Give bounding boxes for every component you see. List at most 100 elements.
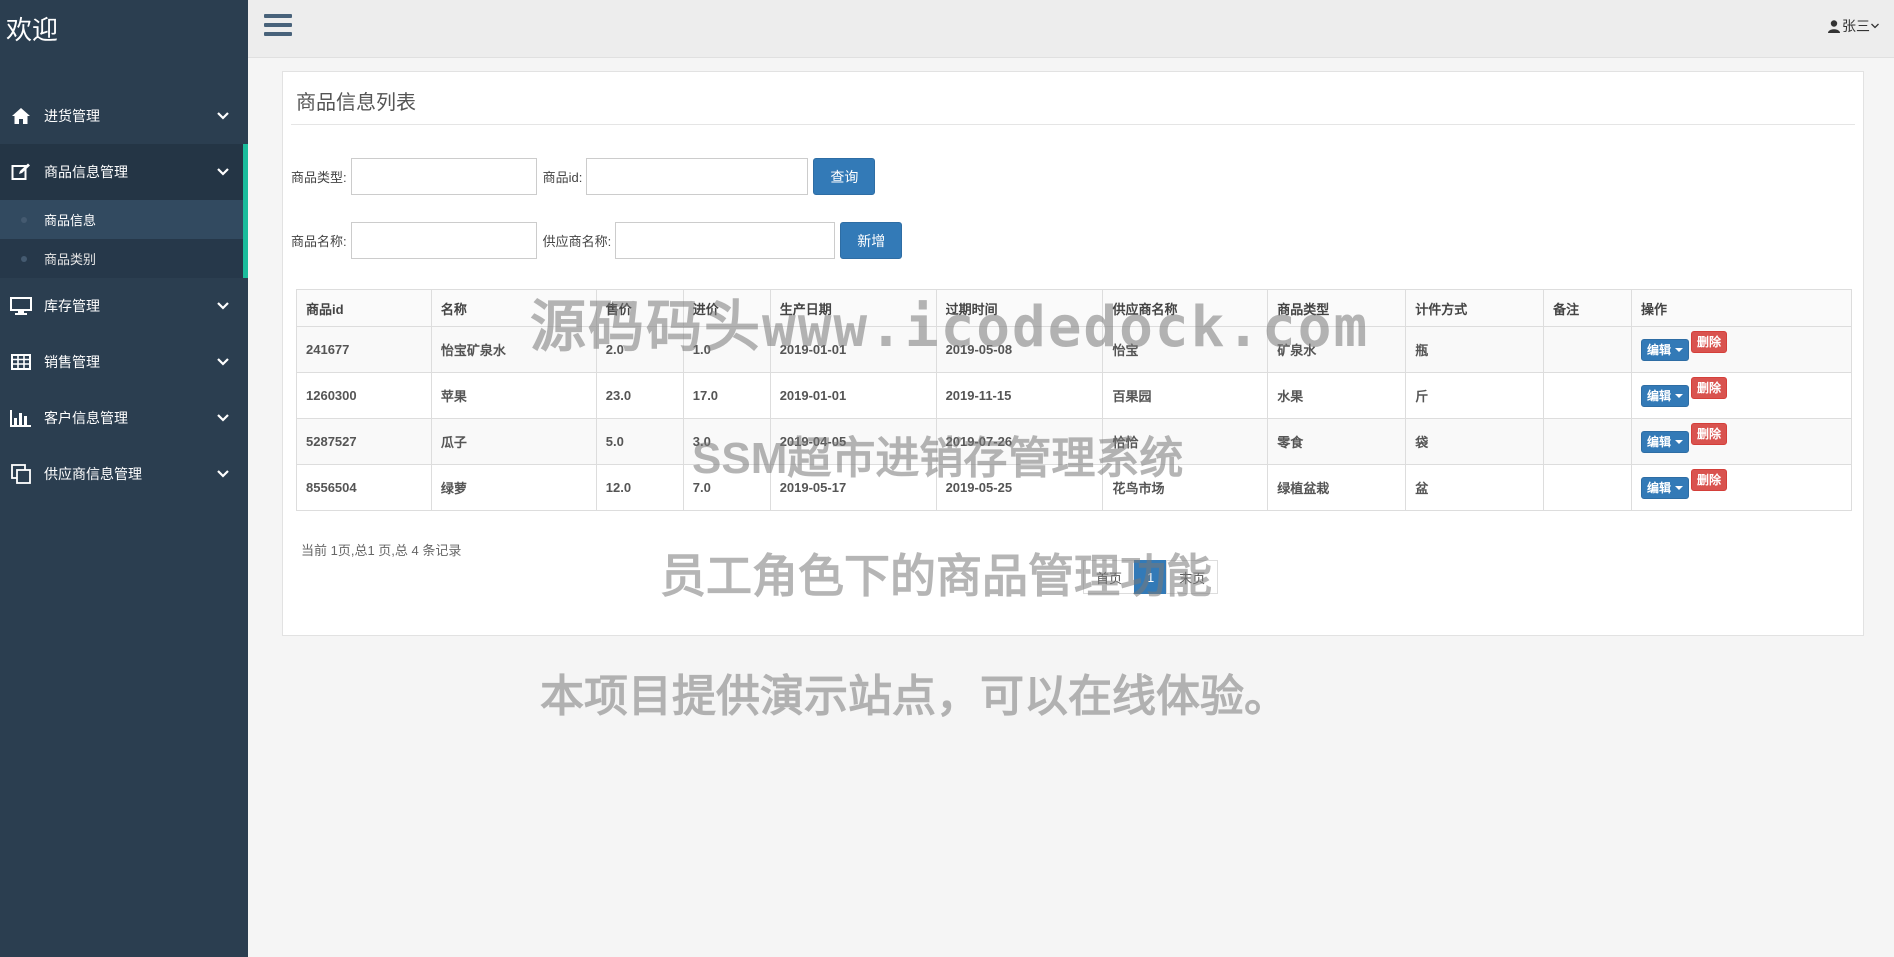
home-icon	[10, 106, 32, 126]
sidebar-item-supplier[interactable]: 供应商信息管理	[0, 446, 248, 502]
cell: 12.0	[595, 464, 684, 511]
column-header: 进价	[682, 289, 771, 327]
cell: 盆	[1405, 464, 1545, 511]
delete-button[interactable]: 删除	[1691, 376, 1728, 399]
query-button[interactable]: 查询	[813, 158, 876, 195]
bar-chart-icon	[10, 408, 32, 428]
sidebar-item-sales[interactable]: 销售管理	[0, 334, 248, 390]
supplier-name-input[interactable]	[615, 222, 836, 259]
chevron-down-icon	[216, 165, 230, 179]
cell: 矿泉水	[1267, 326, 1407, 373]
column-header: 商品类型	[1267, 289, 1407, 327]
sidebar-subitem-product-category[interactable]: 商品类别	[0, 239, 248, 278]
product-type-label: 商品类型:	[291, 170, 347, 185]
product-id-input[interactable]	[586, 158, 809, 195]
cell	[1543, 326, 1633, 373]
cell: 水果	[1267, 372, 1407, 419]
chevron-down-icon	[216, 467, 230, 481]
menu-toggle-icon[interactable]	[264, 14, 292, 38]
chevron-down-icon	[216, 355, 230, 369]
cell: 2019-05-25	[935, 464, 1104, 511]
cell: 1.0	[682, 326, 771, 373]
cell: 2019-01-01	[769, 372, 937, 419]
column-header: 名称	[430, 289, 597, 327]
edit-label: 编辑	[1647, 481, 1672, 495]
caret-down-icon	[1675, 347, 1684, 352]
chevron-down-icon	[1871, 23, 1879, 29]
sidebar-item-product-info[interactable]: 商品信息管理	[0, 144, 248, 200]
top-bar: 张三	[248, 0, 1894, 58]
cell: 2.0	[595, 326, 684, 373]
table-header-row: 商品id 名称 售价 进价 生产日期 过期时间 供应商名称 商品类型 计件方式 …	[296, 289, 1852, 327]
column-header: 商品id	[296, 289, 432, 327]
cell: 2019-05-17	[769, 464, 937, 511]
cell: 零食	[1267, 418, 1407, 465]
cell: 百果园	[1102, 372, 1269, 419]
cell	[1543, 418, 1633, 465]
delete-button[interactable]: 删除	[1691, 330, 1728, 353]
actions-cell: 编辑 删除	[1631, 464, 1852, 511]
cell: 2019-11-15	[935, 372, 1104, 419]
product-id-label: 商品id:	[542, 170, 583, 185]
column-header: 过期时间	[935, 289, 1104, 327]
product-name-label: 商品名称:	[291, 234, 347, 249]
cell: 2019-01-01	[769, 326, 937, 373]
sidebar-item-customer[interactable]: 客户信息管理	[0, 390, 248, 446]
product-type-input[interactable]	[350, 158, 537, 195]
cell: 苹果	[430, 372, 597, 419]
user-icon	[1828, 19, 1840, 33]
caret-down-icon	[1675, 393, 1684, 398]
current-page-link[interactable]: 1	[1134, 560, 1168, 594]
cell: 恰恰	[1102, 418, 1269, 465]
cell: 绿萝	[430, 464, 597, 511]
delete-button[interactable]: 删除	[1691, 422, 1728, 445]
pagination: 首页 1 末页	[1083, 560, 1219, 594]
add-button[interactable]: 新增	[840, 222, 903, 259]
sidebar-subitem-product-info[interactable]: 商品信息	[0, 200, 248, 239]
actions-cell: 编辑 删除	[1631, 372, 1852, 419]
search-row-2: 商品名称: 供应商名称: 新增	[291, 222, 903, 259]
edit-button[interactable]: 编辑	[1641, 476, 1690, 499]
table-row: 8556504 绿萝 12.0 7.0 2019-05-17 2019-05-2…	[296, 464, 1852, 511]
delete-button[interactable]: 删除	[1691, 468, 1728, 491]
sidebar: 欢迎 进货管理 商品信息管理 商品信息 商品类别 库存管理 销售管理 客户信息管…	[0, 0, 248, 957]
actions-cell: 编辑 删除	[1631, 418, 1852, 465]
supplier-name-label: 供应商名称:	[542, 234, 612, 249]
sidebar-item-label: 客户信息管理	[44, 410, 128, 426]
edit-icon	[10, 162, 32, 182]
watermark-text: 本项目提供演示站点，可以在线体验。	[540, 672, 1288, 721]
last-page-link[interactable]: 末页	[1166, 560, 1219, 594]
user-menu[interactable]: 张三	[1828, 16, 1882, 36]
cell: 3.0	[682, 418, 771, 465]
sidebar-item-purchase[interactable]: 进货管理	[0, 88, 248, 144]
cell: 1260300	[296, 372, 432, 419]
product-table: 商品id 名称 售价 进价 生产日期 过期时间 供应商名称 商品类型 计件方式 …	[296, 289, 1852, 511]
first-page-link[interactable]: 首页	[1083, 560, 1136, 594]
column-header: 生产日期	[769, 289, 937, 327]
copy-icon	[10, 464, 32, 484]
cell	[1543, 372, 1633, 419]
edit-button[interactable]: 编辑	[1641, 338, 1690, 361]
sidebar-item-inventory[interactable]: 库存管理	[0, 278, 248, 334]
column-header: 计件方式	[1405, 289, 1545, 327]
page-title: 商品信息列表	[296, 92, 416, 114]
edit-label: 编辑	[1647, 343, 1672, 357]
chevron-down-icon	[216, 109, 230, 123]
column-header: 备注	[1543, 289, 1633, 327]
cell: 花鸟市场	[1102, 464, 1269, 511]
sidebar-item-label: 供应商信息管理	[44, 466, 142, 482]
cell: 241677	[296, 326, 432, 373]
sidebar-title: 欢迎	[6, 15, 59, 45]
cell: 17.0	[682, 372, 771, 419]
edit-label: 编辑	[1647, 435, 1672, 449]
cell: 2019-07-26	[935, 418, 1104, 465]
cell: 7.0	[682, 464, 771, 511]
edit-button[interactable]: 编辑	[1641, 430, 1690, 453]
column-header: 售价	[595, 289, 684, 327]
actions-cell: 编辑 删除	[1631, 326, 1852, 373]
table-icon	[10, 352, 32, 372]
edit-button[interactable]: 编辑	[1641, 384, 1690, 407]
cell: 23.0	[595, 372, 684, 419]
sidebar-item-label: 进货管理	[44, 108, 100, 124]
product-name-input[interactable]	[350, 222, 537, 259]
